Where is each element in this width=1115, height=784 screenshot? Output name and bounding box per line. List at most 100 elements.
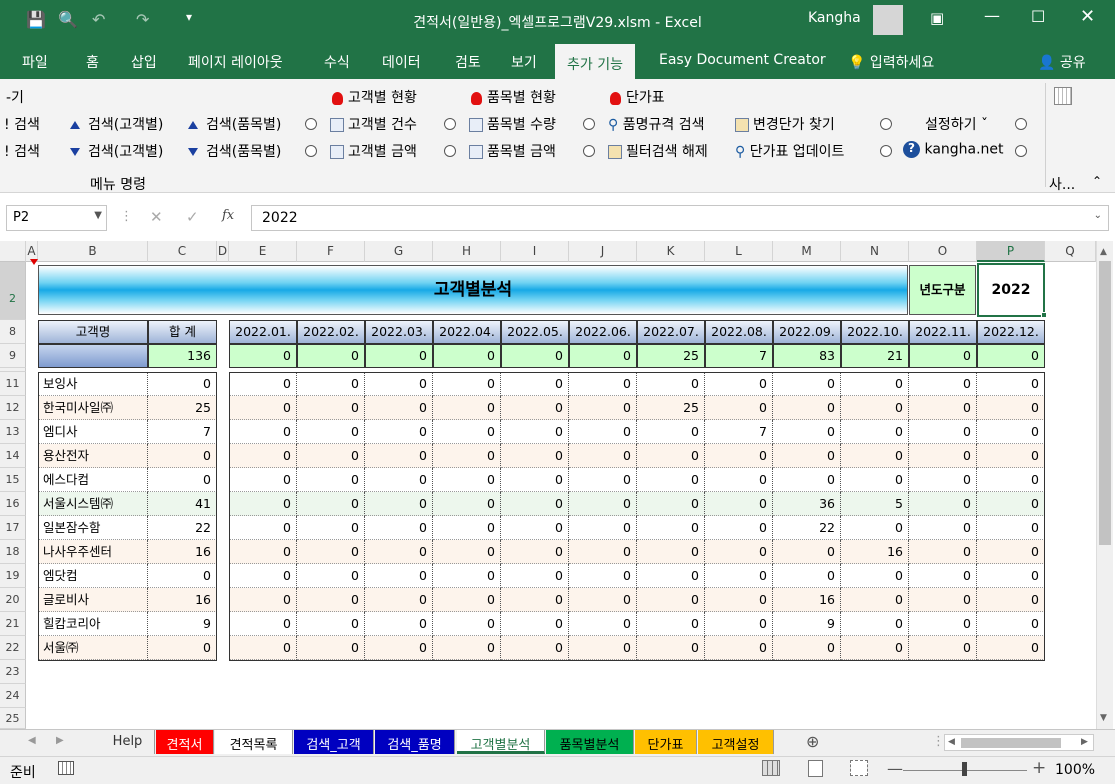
- price-update-button[interactable]: ⚲ 단가표 업데이트: [735, 141, 844, 161]
- column-header-p[interactable]: P: [977, 241, 1045, 262]
- month-value[interactable]: 0: [569, 612, 637, 636]
- customer-name[interactable]: 보잉사: [38, 372, 148, 396]
- column-header-j[interactable]: J: [569, 241, 637, 262]
- tab-easy-document-creator[interactable]: Easy Document Creator: [659, 52, 826, 68]
- month-value[interactable]: 0: [569, 444, 637, 468]
- page-break-view-icon[interactable]: [850, 760, 868, 776]
- month-value[interactable]: 0: [909, 588, 977, 612]
- row-header-16[interactable]: 16: [0, 492, 26, 516]
- month-value[interactable]: 0: [297, 636, 365, 660]
- normal-view-icon[interactable]: [762, 760, 780, 776]
- month-value[interactable]: 0: [297, 444, 365, 468]
- month-value[interactable]: 0: [909, 540, 977, 564]
- month-value[interactable]: 0: [841, 516, 909, 540]
- month-value[interactable]: 0: [501, 636, 569, 660]
- month-value[interactable]: 0: [909, 468, 977, 492]
- row-header-22[interactable]: 22: [0, 636, 26, 660]
- month-value[interactable]: 0: [229, 372, 297, 396]
- radio-2[interactable]: [305, 145, 317, 157]
- tab-page-layout[interactable]: 페이지 레이아웃: [188, 52, 283, 72]
- month-value[interactable]: 0: [909, 636, 977, 660]
- tab-file[interactable]: 파일: [22, 52, 48, 72]
- month-value[interactable]: 0: [433, 612, 501, 636]
- month-value[interactable]: 0: [229, 492, 297, 516]
- search-button-1[interactable]: ! 검색: [4, 114, 40, 134]
- month-value[interactable]: 0: [229, 420, 297, 444]
- close-icon[interactable]: ✕: [1080, 6, 1095, 27]
- month-value[interactable]: 0: [705, 612, 773, 636]
- month-value[interactable]: 0: [773, 540, 841, 564]
- month-value[interactable]: 0: [637, 420, 705, 444]
- month-value[interactable]: 0: [229, 564, 297, 588]
- share-button[interactable]: 👤 공유: [1038, 52, 1086, 72]
- item-amount-button[interactable]: 품목별 금액: [469, 141, 556, 161]
- cancel-icon[interactable]: ✕: [150, 208, 163, 226]
- price-find-button[interactable]: 변경단가 찾기: [735, 114, 835, 134]
- row-header-20[interactable]: 20: [0, 588, 26, 612]
- column-header-q[interactable]: Q: [1045, 241, 1096, 262]
- customer-count-button[interactable]: 고객별 건수: [330, 114, 417, 134]
- radio-3[interactable]: [444, 118, 456, 130]
- zoom-slider-thumb[interactable]: [962, 762, 967, 776]
- month-value[interactable]: 0: [501, 540, 569, 564]
- month-value[interactable]: 0: [501, 588, 569, 612]
- macro-record-icon[interactable]: [58, 761, 74, 775]
- search-button-2[interactable]: ! 검색: [4, 141, 40, 161]
- month-value[interactable]: 0: [501, 372, 569, 396]
- grid-icon[interactable]: [1054, 87, 1072, 105]
- month-value[interactable]: 5: [841, 492, 909, 516]
- page-layout-view-icon[interactable]: [808, 760, 823, 777]
- name-box[interactable]: P2 ▼: [6, 205, 107, 231]
- month-value[interactable]: 0: [569, 540, 637, 564]
- minimize-icon[interactable]: —: [984, 6, 1000, 25]
- month-value[interactable]: 0: [841, 636, 909, 660]
- customer-name[interactable]: 글로비사: [38, 588, 148, 612]
- month-value[interactable]: 0: [229, 516, 297, 540]
- month-value[interactable]: 0: [501, 492, 569, 516]
- fill-handle[interactable]: [1041, 312, 1047, 318]
- column-header-g[interactable]: G: [365, 241, 433, 262]
- column-header-i[interactable]: I: [501, 241, 569, 262]
- month-value[interactable]: 7: [705, 420, 773, 444]
- column-header-d[interactable]: D: [217, 241, 229, 262]
- customer-name[interactable]: 엠닷컴: [38, 564, 148, 588]
- month-value[interactable]: 0: [637, 516, 705, 540]
- month-value[interactable]: 0: [297, 588, 365, 612]
- month-value[interactable]: 0: [909, 444, 977, 468]
- column-header-m[interactable]: M: [773, 241, 841, 262]
- radio-8[interactable]: [880, 145, 892, 157]
- month-value[interactable]: 0: [637, 612, 705, 636]
- help-site-button[interactable]: ? kangha.net: [903, 141, 1004, 158]
- month-value[interactable]: 0: [909, 516, 977, 540]
- customer-total[interactable]: 0: [148, 564, 217, 588]
- customer-total[interactable]: 0: [148, 372, 217, 396]
- tab-formulas[interactable]: 수식: [324, 52, 350, 72]
- customer-total[interactable]: 7: [148, 420, 217, 444]
- month-value[interactable]: 0: [841, 396, 909, 420]
- month-value[interactable]: 0: [705, 372, 773, 396]
- month-value[interactable]: 0: [433, 636, 501, 660]
- customer-total[interactable]: 41: [148, 492, 217, 516]
- customer-amount-button[interactable]: 고객별 금액: [330, 141, 417, 161]
- month-value[interactable]: 0: [705, 588, 773, 612]
- month-value[interactable]: 0: [909, 372, 977, 396]
- month-value[interactable]: 0: [977, 444, 1045, 468]
- item-status-button[interactable]: 품목별 현황: [471, 87, 556, 107]
- column-header-h[interactable]: H: [433, 241, 501, 262]
- radio-4[interactable]: [444, 145, 456, 157]
- radio-9[interactable]: [1015, 118, 1027, 130]
- sheet-tab[interactable]: 검색_품명: [375, 730, 455, 754]
- row-header-19[interactable]: 19: [0, 564, 26, 588]
- month-value[interactable]: 0: [365, 372, 433, 396]
- settings-dropdown[interactable]: 설정하기 ˇ: [925, 114, 988, 134]
- month-value[interactable]: 0: [569, 396, 637, 420]
- row-header-18[interactable]: 18: [0, 540, 26, 564]
- month-value[interactable]: 0: [569, 636, 637, 660]
- month-value[interactable]: 0: [433, 420, 501, 444]
- zoom-level[interactable]: 100%: [1055, 762, 1095, 778]
- month-value[interactable]: 0: [637, 468, 705, 492]
- select-all-corner[interactable]: [0, 241, 26, 262]
- year-input[interactable]: 2022: [977, 263, 1045, 317]
- avatar[interactable]: [873, 5, 903, 35]
- filter-clear-button[interactable]: 필터검색 해제: [608, 141, 708, 161]
